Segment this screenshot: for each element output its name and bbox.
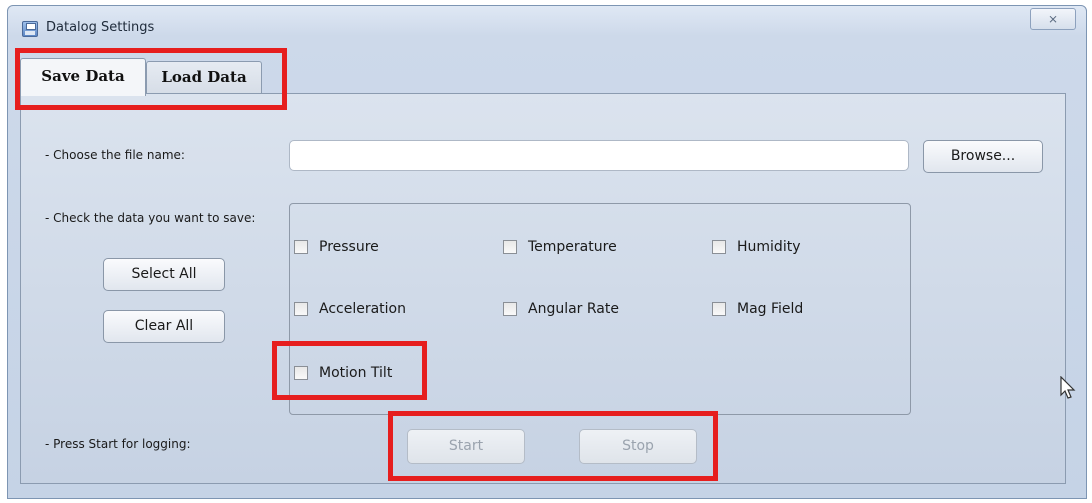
- check-data-label: - Check the data you want to save:: [45, 211, 256, 225]
- stop-button[interactable]: Stop: [579, 429, 697, 464]
- checkbox-label: Humidity: [737, 239, 801, 255]
- checkbox-label: Angular Rate: [528, 301, 619, 317]
- checkbox-box[interactable]: [712, 302, 726, 316]
- file-name-input[interactable]: [289, 140, 909, 171]
- file-name-label: - Choose the file name:: [45, 148, 185, 162]
- checkbox-label: Temperature: [528, 239, 617, 255]
- save-disk-icon: [22, 21, 38, 37]
- mouse-pointer-icon: [1060, 376, 1076, 399]
- checkbox-label: Acceleration: [319, 301, 406, 317]
- browse-button[interactable]: Browse...: [923, 140, 1043, 173]
- tab-save-data[interactable]: Save Data: [20, 58, 146, 96]
- select-all-button[interactable]: Select All: [103, 258, 225, 291]
- checkbox-box[interactable]: [712, 240, 726, 254]
- close-button[interactable]: ⨯: [1030, 8, 1076, 30]
- checkbox-angular-rate[interactable]: Angular Rate: [503, 301, 619, 317]
- checkbox-mag-field[interactable]: Mag Field: [712, 301, 803, 317]
- clear-all-button[interactable]: Clear All: [103, 310, 225, 343]
- checkbox-box[interactable]: [294, 240, 308, 254]
- checkbox-temperature[interactable]: Temperature: [503, 239, 617, 255]
- window-title: Datalog Settings: [46, 20, 155, 35]
- tab-load-data[interactable]: Load Data: [146, 61, 262, 94]
- checkbox-pressure[interactable]: Pressure: [294, 239, 379, 255]
- save-data-panel: - Choose the file name: Browse... - Chec…: [20, 93, 1066, 484]
- checkbox-label: Mag Field: [737, 301, 804, 317]
- title-bar[interactable]: Datalog Settings ⨯: [8, 6, 1086, 46]
- checkbox-acceleration[interactable]: Acceleration: [294, 301, 406, 317]
- logging-label: - Press Start for logging:: [45, 437, 191, 451]
- checkbox-box[interactable]: [294, 366, 308, 380]
- checkbox-label: Motion Tilt: [319, 365, 393, 381]
- checkbox-label: Pressure: [319, 239, 379, 255]
- start-button[interactable]: Start: [407, 429, 525, 464]
- checkbox-humidity[interactable]: Humidity: [712, 239, 800, 255]
- checkbox-motion-tilt[interactable]: Motion Tilt: [294, 365, 392, 381]
- checkbox-box[interactable]: [294, 302, 308, 316]
- checkbox-box[interactable]: [503, 302, 517, 316]
- checkbox-box[interactable]: [503, 240, 517, 254]
